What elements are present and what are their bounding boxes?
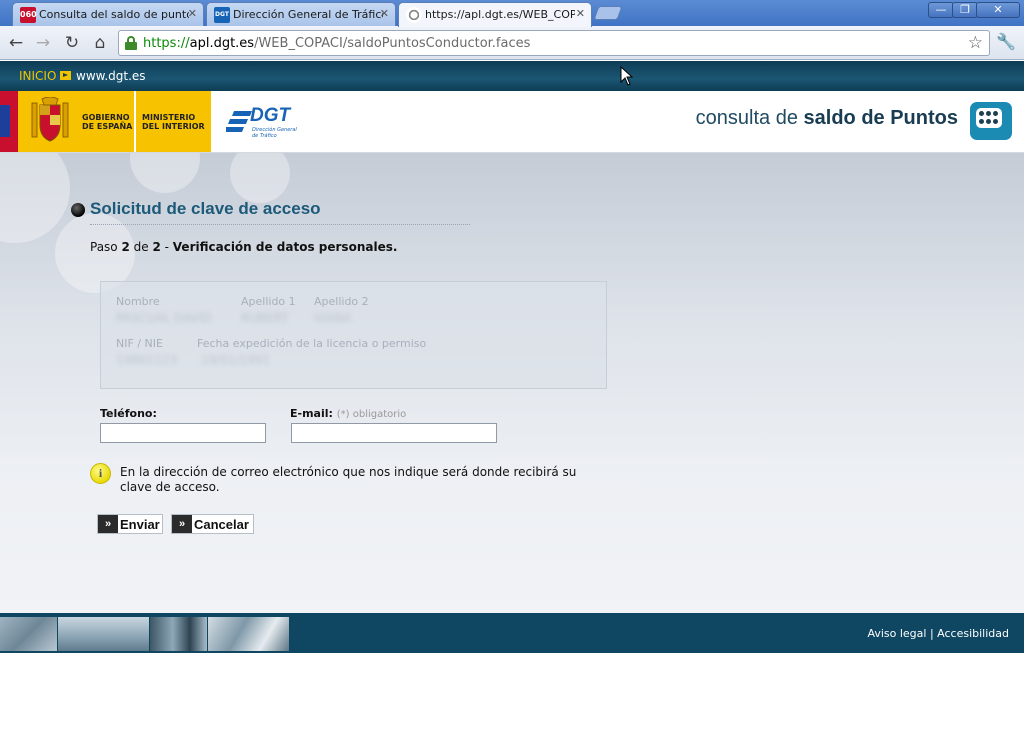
forward-arrow-icon[interactable]: → bbox=[32, 32, 54, 54]
required-note: (*) obligatorio bbox=[336, 409, 407, 420]
address-bar[interactable]: https://apl.dgt.es/WEB_COPACI/saldoPunto… bbox=[118, 30, 990, 56]
title-divider bbox=[90, 224, 470, 225]
gobierno-text: GOBIERNO DE ESPAÑA bbox=[82, 113, 133, 131]
double-chevron-icon: » bbox=[98, 515, 118, 533]
app-title: consulta de saldo de Puntos bbox=[695, 107, 958, 129]
minimize-button[interactable]: — bbox=[928, 2, 954, 18]
mouse-cursor-icon bbox=[620, 66, 634, 86]
browser-tab-060[interactable]: 060 Consulta del saldo de puntos d ✕ bbox=[12, 2, 204, 26]
footer-links: Aviso legal | Accesibilidad bbox=[867, 627, 1009, 640]
restore-button[interactable]: ❐ bbox=[952, 2, 978, 18]
cancelar-button[interactable]: » Cancelar bbox=[171, 514, 254, 534]
enviar-button[interactable]: » Enviar bbox=[97, 514, 163, 534]
tab-favicon-dgt-icon: DGT bbox=[214, 7, 230, 23]
browser-tab-active[interactable]: https://apl.dgt.es/WEB_COPA ✕ bbox=[398, 2, 592, 27]
telefono-label: Teléfono: bbox=[100, 407, 157, 420]
aviso-legal-link[interactable]: Aviso legal bbox=[867, 627, 926, 640]
apellido1-value: RUBERT bbox=[241, 311, 289, 325]
bookmark-star-icon[interactable]: ☆ bbox=[968, 33, 983, 53]
nombre-value: PASCUAL DAVID bbox=[116, 311, 212, 325]
double-chevron-icon: » bbox=[172, 515, 192, 533]
footer-photo-strip bbox=[0, 617, 290, 651]
nif-label: NIF / NIE bbox=[116, 337, 163, 350]
top-nav-strip: INICIO www.dgt.es bbox=[0, 61, 1024, 91]
office-photo bbox=[150, 617, 208, 651]
coat-of-arms-icon bbox=[31, 97, 69, 142]
browser-tab-dgt[interactable]: DGT Dirección General de Tráfico : ✕ bbox=[206, 2, 396, 26]
helicopter-photo bbox=[58, 617, 150, 651]
accesibilidad-link[interactable]: Accesibilidad bbox=[937, 627, 1009, 640]
section-title: Solicitud de clave de acceso bbox=[90, 199, 321, 218]
email-field[interactable] bbox=[291, 423, 497, 443]
main-content: Solicitud de clave de acceso Paso 2 de 2… bbox=[0, 153, 1024, 613]
tab-title: Dirección General de Tráfico : bbox=[233, 8, 383, 21]
inicio-link[interactable]: INICIO bbox=[19, 69, 56, 83]
lock-icon bbox=[125, 36, 137, 50]
new-tab-button[interactable] bbox=[593, 6, 623, 20]
web-page: INICIO www.dgt.es GOBIERNO DE ESPAÑA MINI… bbox=[0, 61, 1024, 653]
tab-title: Consulta del saldo de puntos d bbox=[39, 8, 189, 21]
site-footer: Aviso legal | Accesibilidad bbox=[0, 613, 1024, 653]
url-text: https://apl.dgt.es/WEB_COPACI/saldoPunto… bbox=[143, 36, 531, 51]
eu-flag-icon bbox=[0, 105, 10, 137]
tab-close-icon[interactable]: ✕ bbox=[380, 7, 389, 20]
gobierno-logo[interactable]: GOBIERNO DE ESPAÑA MINISTERIO DEL INTERIOR bbox=[0, 91, 211, 152]
info-icon: i bbox=[90, 463, 111, 484]
tab-title: https://apl.dgt.es/WEB_COPA bbox=[425, 8, 575, 21]
globe-icon bbox=[406, 7, 422, 23]
step-indicator: Paso 2 de 2 - Verificación de datos pers… bbox=[90, 240, 398, 254]
personal-data-panel: Nombre Apellido 1 Apellido 2 PASCUAL DAV… bbox=[100, 281, 607, 389]
ministerio-text: MINISTERIO DEL INTERIOR bbox=[142, 113, 205, 131]
arrow-icon bbox=[60, 71, 71, 80]
fecha-value: 19/01/1991 bbox=[201, 353, 271, 367]
nombre-label: Nombre bbox=[116, 295, 160, 308]
nif-value: 19861123 bbox=[116, 353, 178, 367]
apellido2-value: VIANA bbox=[314, 311, 352, 325]
apellido2-label: Apellido 2 bbox=[314, 295, 369, 308]
home-icon[interactable]: ⌂ bbox=[89, 32, 111, 54]
section-bullet-icon bbox=[71, 203, 85, 217]
back-arrow-icon[interactable]: ← bbox=[5, 32, 27, 54]
fecha-label: Fecha expedición de la licencia o permis… bbox=[197, 337, 427, 350]
dgt-site-link[interactable]: www.dgt.es bbox=[76, 69, 146, 83]
telefono-field[interactable] bbox=[100, 423, 266, 443]
info-message: En la dirección de correo electrónico qu… bbox=[120, 465, 577, 494]
reload-icon[interactable]: ↻ bbox=[61, 32, 83, 54]
tab-favicon-060-icon: 060 bbox=[20, 7, 37, 23]
tab-close-icon[interactable]: ✕ bbox=[188, 7, 197, 20]
keypad-chat-icon bbox=[970, 102, 1012, 140]
site-header: GOBIERNO DE ESPAÑA MINISTERIO DEL INTERIOR… bbox=[0, 91, 1024, 153]
dgt-stripes-icon bbox=[226, 111, 252, 132]
browser-toolbar: ← → ↻ ⌂ https://apl.dgt.es/WEB_COPACI/sa… bbox=[0, 26, 1024, 60]
apellido1-label: Apellido 1 bbox=[241, 295, 296, 308]
browser-tab-bar: 060 Consulta del saldo de puntos d ✕ DGT… bbox=[0, 0, 1024, 27]
dgt-logo[interactable]: DGT Dirección General de Tráfico bbox=[226, 105, 300, 143]
wrench-menu-icon[interactable]: 🔧 bbox=[996, 32, 1016, 51]
keyboard-photo bbox=[0, 617, 58, 651]
tab-close-icon[interactable]: ✕ bbox=[576, 7, 585, 20]
vehicle-photo bbox=[208, 617, 290, 651]
close-window-button[interactable]: ✕ bbox=[976, 2, 1020, 18]
email-label: E-mail: (*) obligatorio bbox=[290, 407, 407, 420]
